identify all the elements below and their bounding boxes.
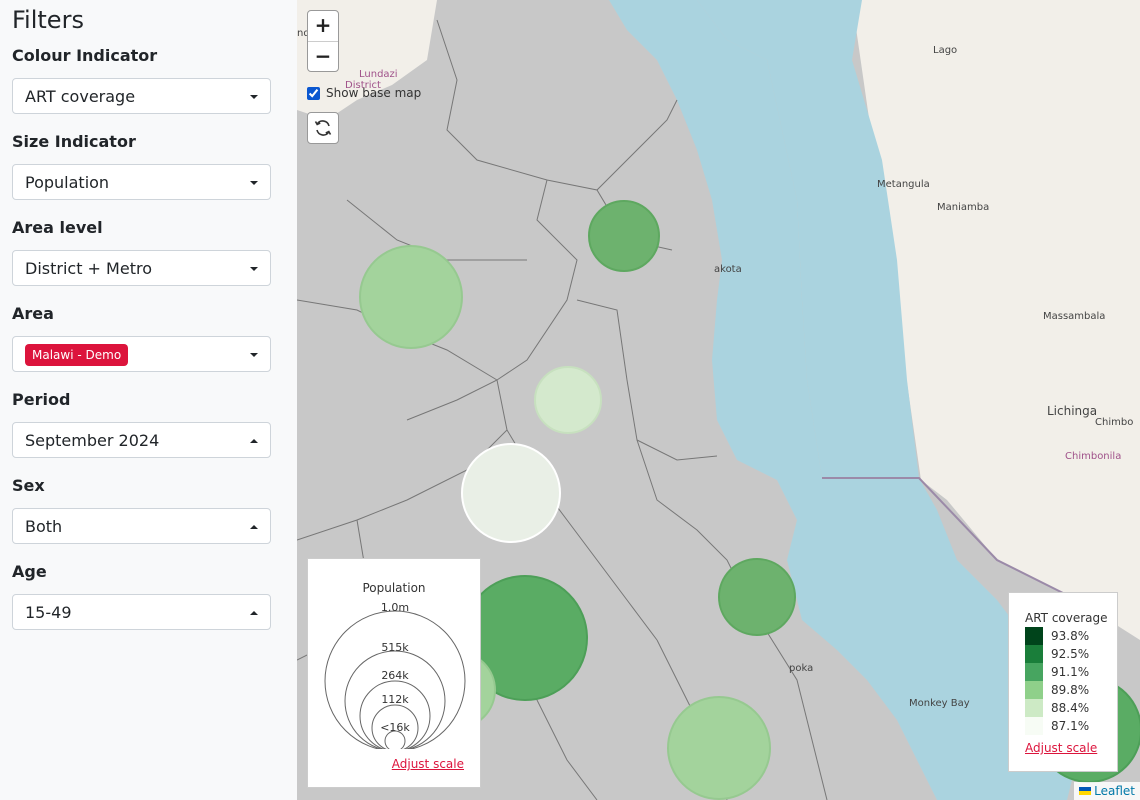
colour-legend-label: 89.8% — [1051, 683, 1090, 697]
age-value: 15-49 — [25, 603, 72, 622]
colour-indicator-value: ART coverage — [25, 87, 136, 106]
caret-down-icon — [250, 181, 258, 185]
area-bubble[interactable] — [461, 443, 561, 543]
caret-up-icon — [250, 439, 258, 443]
size-legend-label: 1.0m — [380, 601, 410, 614]
place-label: Monkey Bay — [909, 698, 970, 709]
zoom-control: + − — [307, 10, 339, 72]
show-base-map-toggle[interactable]: Show base map — [307, 86, 421, 100]
size-adjust-scale-link[interactable]: Adjust scale — [392, 757, 464, 771]
colour-legend-label: 93.8% — [1051, 629, 1090, 643]
reset-view-button[interactable] — [307, 112, 339, 144]
age-select[interactable]: 15-49 — [12, 594, 271, 630]
colour-indicator-select[interactable]: ART coverage — [12, 78, 271, 114]
caret-up-icon — [250, 525, 258, 529]
period-value: September 2024 — [25, 431, 160, 450]
area-bubble[interactable] — [718, 558, 796, 636]
place-label: Lundazi — [359, 69, 398, 80]
zoom-out-button[interactable]: − — [308, 42, 338, 72]
sex-label: Sex — [12, 476, 45, 495]
leaflet-link[interactable]: Leaflet — [1094, 784, 1135, 798]
map[interactable]: Lago Lundazi District Metangula Maniamba… — [297, 0, 1140, 800]
size-legend-label: 264k — [381, 669, 409, 682]
filters-title: Filters — [12, 6, 84, 34]
place-label: Maniamba — [937, 202, 990, 213]
size-indicator-label: Size Indicator — [12, 132, 136, 151]
colour-legend-label: 92.5% — [1051, 647, 1090, 661]
colour-swatch — [1025, 645, 1043, 663]
show-base-map-checkbox[interactable] — [307, 86, 320, 100]
colour-swatch — [1025, 627, 1043, 645]
colour-indicator-label: Colour Indicator — [12, 46, 158, 65]
colour-legend-item: 93.8% — [1025, 627, 1089, 645]
place-label: akota — [714, 264, 742, 275]
place-label: Metangula — [877, 179, 930, 190]
colour-legend-item: 91.1% — [1025, 663, 1089, 681]
sex-value: Both — [25, 517, 63, 536]
area-level-label: Area level — [12, 218, 103, 237]
place-label: Lichinga — [1047, 404, 1098, 418]
ukraine-flag-icon — [1079, 787, 1092, 795]
filters-sidebar: Filters Colour Indicator ART coverage Si… — [0, 0, 297, 800]
age-label: Age — [12, 562, 47, 581]
place-label: poka — [789, 663, 814, 674]
period-label: Period — [12, 390, 71, 409]
zoom-in-button[interactable]: + — [308, 11, 338, 42]
caret-down-icon — [250, 95, 258, 99]
colour-legend-label: 87.1% — [1051, 719, 1090, 733]
size-indicator-value: Population — [25, 173, 110, 192]
area-bubble[interactable] — [359, 245, 463, 349]
sex-select[interactable]: Both — [12, 508, 271, 544]
colour-legend-title: ART coverage — [1025, 611, 1108, 625]
refresh-icon — [314, 120, 332, 136]
colour-swatch — [1025, 699, 1043, 717]
attribution: Leaflet — [1074, 782, 1140, 800]
area-level-select[interactable]: District + Metro — [12, 250, 271, 286]
show-base-map-label: Show base map — [326, 86, 422, 100]
area-bubble[interactable] — [588, 200, 660, 272]
place-label: Chimbonila — [1065, 451, 1122, 462]
caret-down-icon — [250, 353, 258, 357]
caret-up-icon — [250, 611, 258, 615]
area-select[interactable]: Malawi - Demo — [12, 336, 271, 372]
colour-legend-item: 88.4% — [1025, 699, 1089, 717]
colour-legend-label: 88.4% — [1051, 701, 1090, 715]
size-legend: Population 1.0m 515k 264k 112k <16k Adju… — [307, 558, 481, 788]
area-label: Area — [12, 304, 54, 323]
colour-legend: ART coverage 93.8% 92.5% 91.1% 89.8% 88.… — [1008, 592, 1118, 772]
size-legend-label: 112k — [381, 693, 409, 706]
place-label: Chimbo — [1095, 417, 1134, 428]
colour-legend-label: 91.1% — [1051, 665, 1090, 679]
place-label: Massambala — [1043, 311, 1106, 322]
place-label: Lago — [933, 45, 958, 56]
period-select[interactable]: September 2024 — [12, 422, 271, 458]
size-indicator-select[interactable]: Population — [12, 164, 271, 200]
size-legend-circle — [359, 680, 431, 749]
area-level-value: District + Metro — [25, 259, 152, 278]
size-legend-label: <16k — [380, 721, 410, 734]
caret-down-icon — [250, 267, 258, 271]
colour-legend-item: 87.1% — [1025, 717, 1089, 735]
colour-swatch — [1025, 681, 1043, 699]
colour-legend-item: 89.8% — [1025, 681, 1089, 699]
colour-swatch — [1025, 717, 1043, 735]
area-bubble[interactable] — [667, 696, 771, 800]
size-legend-label: 515k — [381, 641, 409, 654]
area-chip[interactable]: Malawi - Demo — [25, 344, 129, 366]
colour-adjust-scale-link[interactable]: Adjust scale — [1025, 741, 1097, 755]
colour-swatch — [1025, 663, 1043, 681]
area-bubble[interactable] — [534, 366, 602, 434]
colour-legend-item: 92.5% — [1025, 645, 1089, 663]
